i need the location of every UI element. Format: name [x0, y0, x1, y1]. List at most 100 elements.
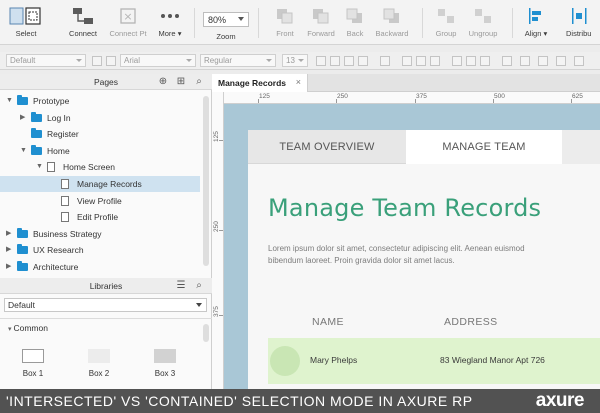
bullet-list-icon[interactable]: [380, 56, 390, 66]
align-label: Align: [524, 29, 542, 38]
page-icon: [61, 212, 69, 223]
align-text-center-icon[interactable]: [416, 56, 426, 66]
italic-icon[interactable]: [344, 56, 354, 66]
folder-icon: [31, 111, 42, 122]
widget-box-1[interactable]: Box 1: [11, 349, 55, 378]
group-button[interactable]: Group: [432, 6, 460, 42]
add-page-icon[interactable]: ⊕: [158, 77, 168, 87]
style-manage-icon[interactable]: [106, 56, 116, 66]
tree-item[interactable]: ▼ Home: [0, 143, 200, 159]
ungroup-button[interactable]: Ungroup: [464, 6, 502, 42]
search-icon[interactable]: ⌕: [194, 77, 204, 87]
distribute-icon: [572, 8, 587, 24]
tab-manage-records[interactable]: Manage Records ×: [212, 74, 308, 92]
design-canvas[interactable]: TEAM OVERVIEW MANAGE TEAM Manage Team Re…: [224, 104, 600, 389]
bring-front-button[interactable]: Front: [270, 6, 300, 42]
select-button[interactable]: Select: [6, 6, 46, 42]
align-text-right-icon[interactable]: [430, 56, 440, 66]
tree-item-label: Architecture: [33, 262, 79, 272]
toolbar-divider: [258, 8, 259, 38]
tab-manage-team[interactable]: MANAGE TEAM: [406, 130, 562, 164]
expand-caret-icon[interactable]: ▼: [20, 143, 27, 159]
collapse-caret-icon[interactable]: ▶: [6, 259, 11, 275]
tree-item[interactable]: ▶ Business Strategy: [0, 226, 200, 242]
format-toolbar: Default Arial Regular 13: [0, 52, 600, 70]
intro-paragraph[interactable]: Lorem ipsum dolor sit amet, consectetur …: [268, 243, 528, 267]
font-family-select[interactable]: Arial: [120, 54, 196, 67]
library-caret-icon: [196, 303, 202, 307]
collapse-caret-icon[interactable]: ▶: [20, 110, 25, 126]
zoom-select[interactable]: 80%: [203, 12, 249, 27]
valign-bottom-icon[interactable]: [480, 56, 490, 66]
connect-point-button[interactable]: × Connect Pt: [104, 6, 152, 42]
bring-forward-button[interactable]: Forward: [304, 6, 338, 42]
document-tabbar: Manage Records ×: [212, 74, 600, 92]
collapse-caret-icon[interactable]: ▶: [6, 226, 11, 242]
library-search-icon[interactable]: ⌕: [194, 281, 204, 291]
library-select[interactable]: Default: [4, 298, 207, 312]
connect-button[interactable]: Connect: [64, 6, 102, 42]
tree-item[interactable]: Register: [0, 126, 200, 142]
align-text-left-icon[interactable]: [402, 56, 412, 66]
expand-caret-icon[interactable]: ▼: [6, 93, 13, 109]
font-weight-select[interactable]: Regular: [200, 54, 276, 67]
pages-scrollbar[interactable]: [203, 96, 209, 266]
line-style-icon[interactable]: [556, 56, 566, 66]
table-row[interactable]: Mary Phelps 83 Wiegland Manor Apt 726: [268, 338, 600, 384]
collapse-caret-icon[interactable]: ▶: [6, 242, 11, 258]
tree-item[interactable]: Manage Records: [0, 176, 200, 192]
more-button[interactable]: More ▾: [154, 6, 186, 42]
tree-item[interactable]: ▶ Log In: [0, 110, 200, 126]
line-width-icon[interactable]: [538, 56, 548, 66]
ruler-mark: [336, 99, 337, 103]
library-divider: [0, 318, 212, 319]
tree-item[interactable]: ▶ UX Research: [0, 242, 200, 258]
close-icon[interactable]: ×: [296, 77, 301, 87]
folder-icon: [17, 244, 28, 255]
tab-team-overview[interactable]: TEAM OVERVIEW: [248, 130, 406, 164]
tree-item-label: Manage Records: [77, 179, 142, 189]
expand-caret-icon[interactable]: ▼: [36, 159, 43, 175]
column-header-name[interactable]: NAME: [312, 316, 344, 328]
align-button[interactable]: Align ▾: [520, 6, 552, 42]
valign-top-icon[interactable]: [452, 56, 462, 66]
add-folder-icon[interactable]: ⊞: [176, 77, 186, 87]
tree-item[interactable]: View Profile: [0, 193, 200, 209]
tree-item[interactable]: ▼ Prototype: [0, 93, 200, 109]
library-section-common[interactable]: ▾ Common: [8, 323, 48, 333]
library-menu-icon[interactable]: ☰: [176, 281, 186, 291]
tree-item[interactable]: ▼ Home Screen: [0, 159, 200, 175]
page-heading[interactable]: Manage Team Records: [268, 194, 541, 222]
underline-icon[interactable]: [358, 56, 368, 66]
send-back-button[interactable]: Back: [341, 6, 369, 42]
line-color-icon[interactable]: [520, 56, 530, 66]
style-edit-icon[interactable]: [92, 56, 102, 66]
box1-thumbnail: [22, 349, 44, 363]
more-caret-icon: ▾: [175, 29, 182, 38]
send-backward-button[interactable]: Backward: [372, 6, 412, 42]
select-mode-icon: [9, 7, 41, 25]
font-size-value: 13: [286, 56, 295, 65]
style-select[interactable]: Default: [6, 54, 86, 67]
more-label: More: [158, 29, 176, 38]
bold-icon[interactable]: [330, 56, 340, 66]
section-label: Common: [13, 323, 48, 333]
fill-color-icon[interactable]: [502, 56, 512, 66]
widget-box-3[interactable]: Box 3: [143, 349, 187, 378]
valign-middle-icon[interactable]: [466, 56, 476, 66]
column-header-address[interactable]: ADDRESS: [444, 316, 498, 328]
artboard-tab-strip: TEAM OVERVIEW MANAGE TEAM: [248, 130, 600, 164]
tree-item[interactable]: ▶ Architecture: [0, 259, 200, 275]
svg-text:×: ×: [123, 10, 132, 23]
toolbar-divider: [194, 8, 195, 38]
widget-box-2[interactable]: Box 2: [77, 349, 121, 378]
distribute-button[interactable]: Distribu: [566, 6, 600, 42]
arrow-style-icon[interactable]: [574, 56, 584, 66]
font-size-select[interactable]: 13: [282, 54, 308, 67]
widget-label: Box 2: [88, 369, 110, 378]
tree-item[interactable]: Edit Profile: [0, 209, 200, 225]
page-artboard[interactable]: TEAM OVERVIEW MANAGE TEAM Manage Team Re…: [248, 130, 600, 389]
libraries-scrollbar[interactable]: [203, 324, 209, 342]
more-dots-icon: [161, 14, 179, 18]
text-color-icon[interactable]: [316, 56, 326, 66]
